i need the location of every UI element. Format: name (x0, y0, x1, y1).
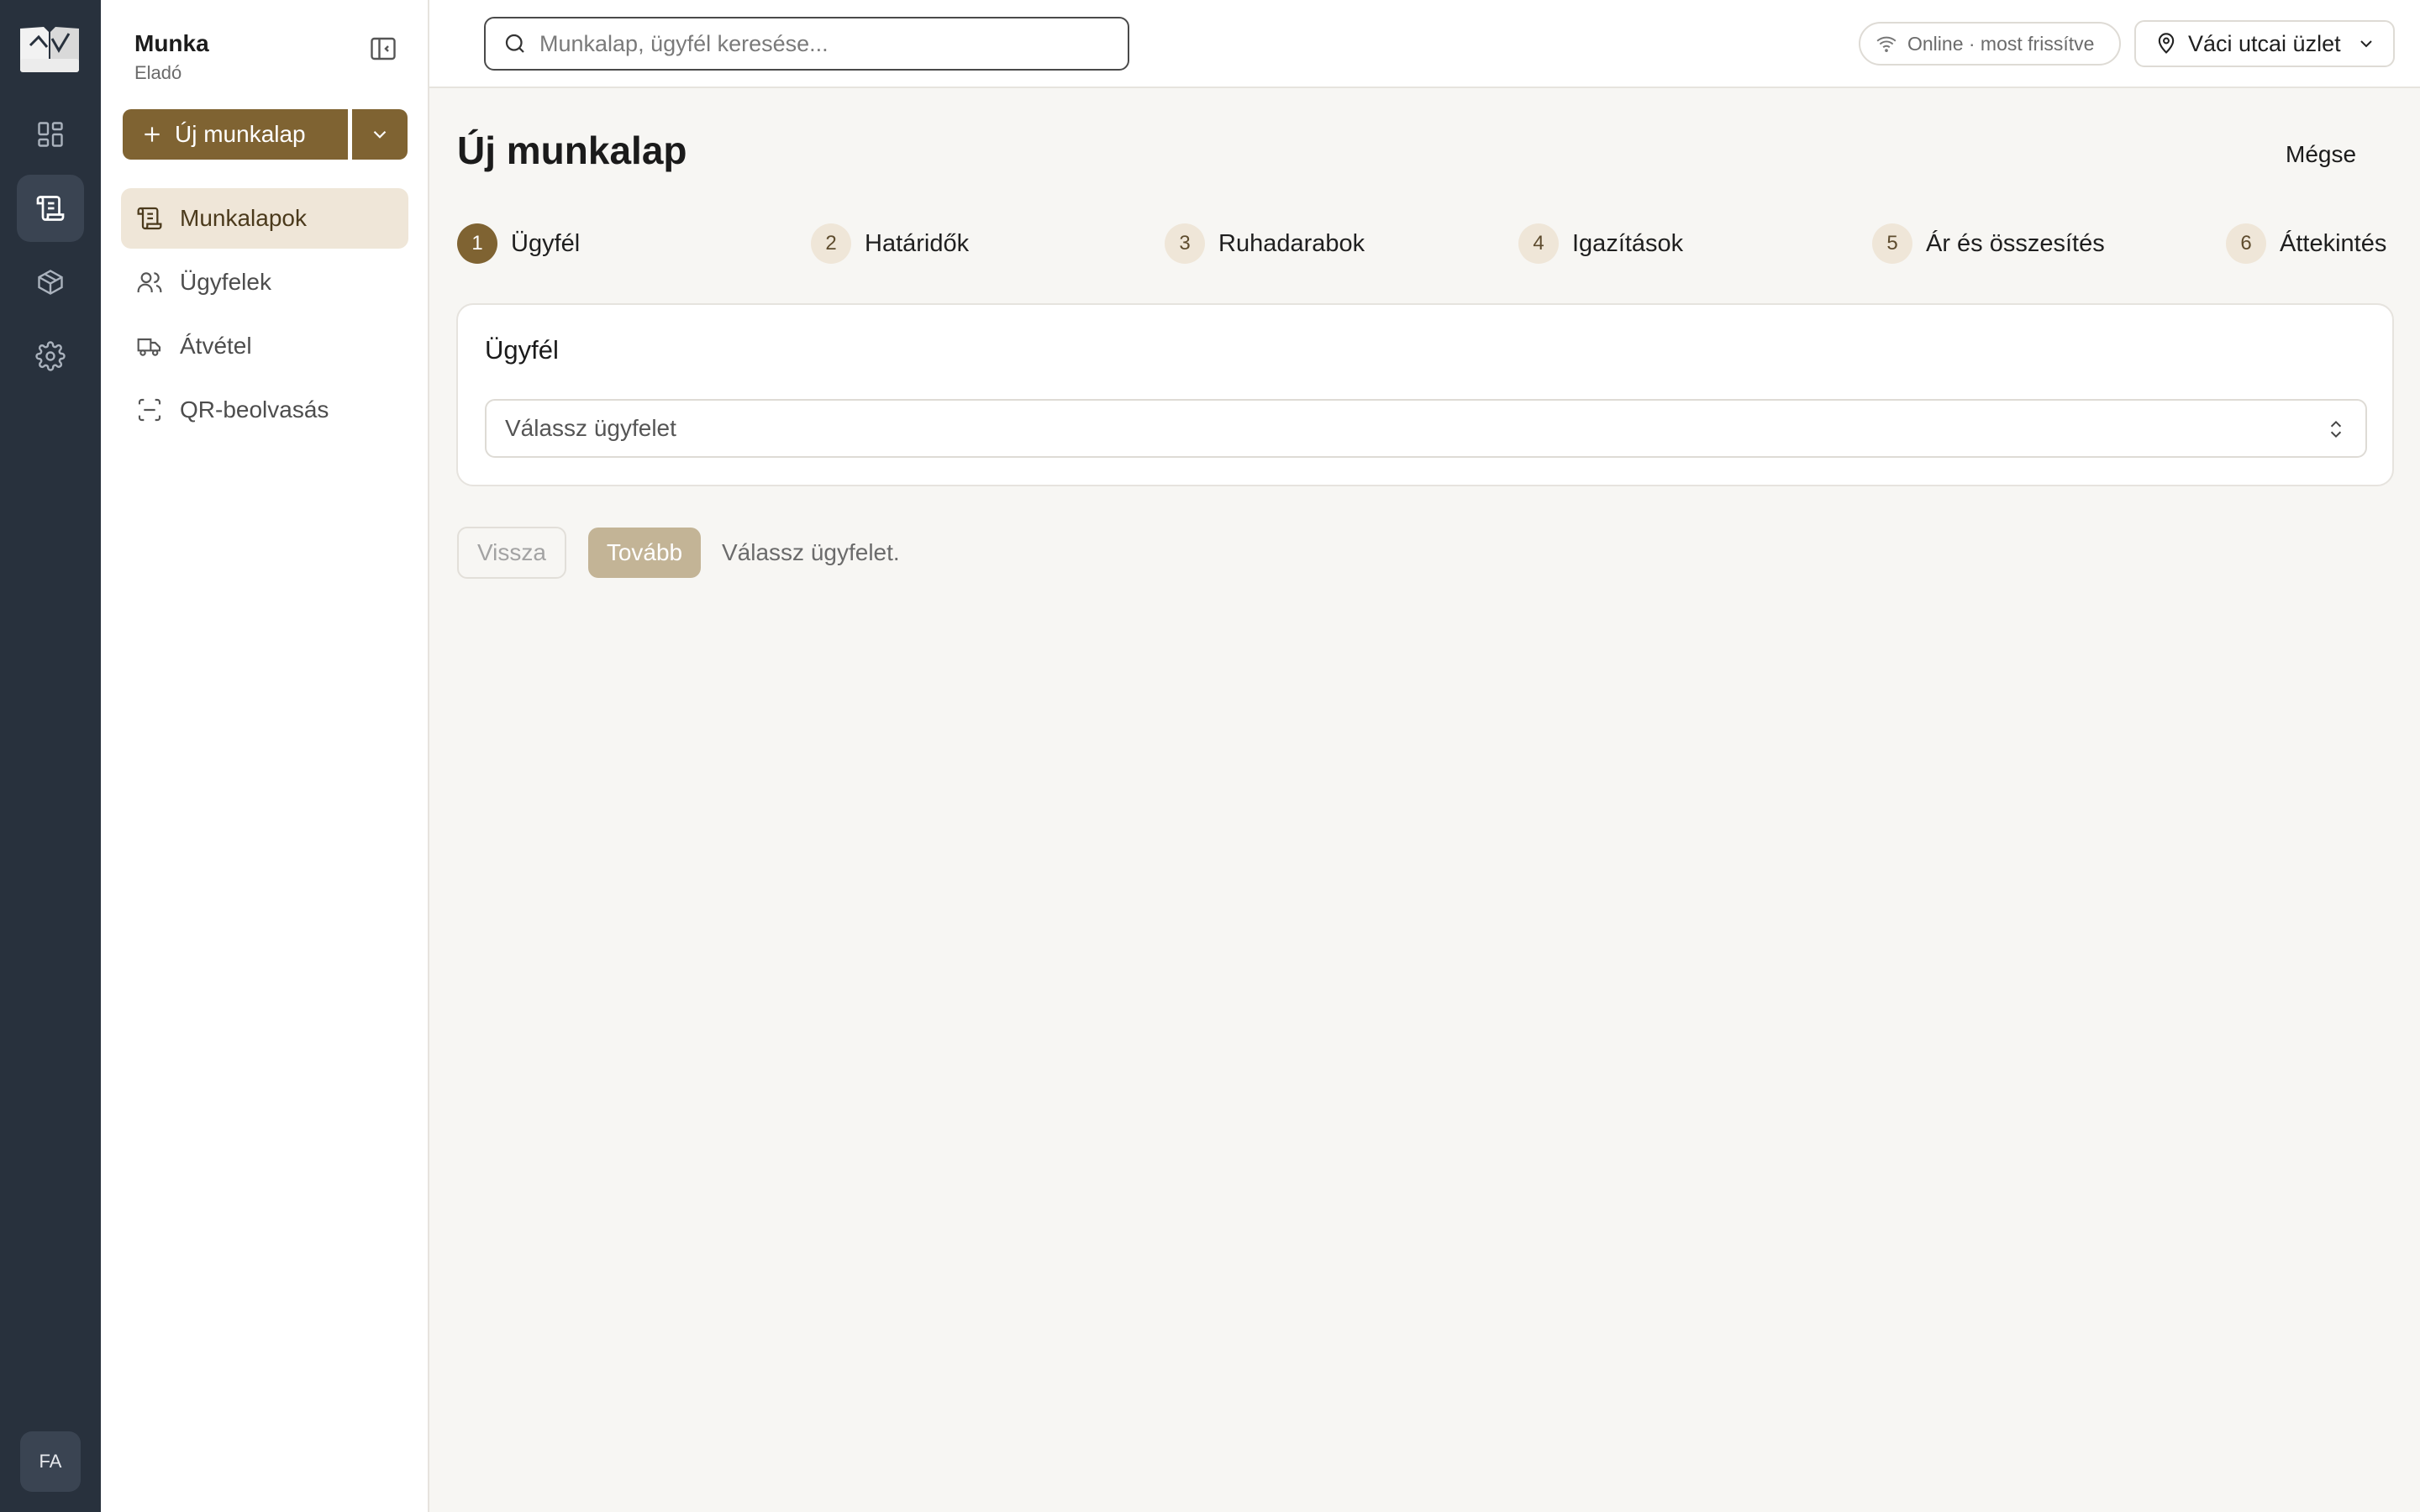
top-bar: Online · most frissítve Váci utcai üzlet (429, 0, 2420, 88)
sidebar-item-qr-scan[interactable]: QR-beolvasás (121, 380, 408, 440)
map-pin-icon (2154, 32, 2178, 55)
customer-card: Ügyfél Válassz ügyfelet (456, 303, 2394, 486)
validation-hint: Válassz ügyfelet. (722, 539, 900, 565)
chevron-down-icon (2356, 34, 2376, 54)
sidebar-title: Munka (134, 30, 209, 56)
card-title: Ügyfél (485, 335, 559, 365)
next-button[interactable]: Tovább (588, 528, 701, 578)
step-review[interactable]: 6 Áttekintés (2226, 223, 2386, 264)
location-selector[interactable]: Váci utcai üzlet (2134, 20, 2395, 67)
worksheet-scroll-icon (136, 205, 163, 232)
step-price-summary[interactable]: 5 Ár és összesítés (1872, 223, 2105, 264)
sidebar: Munka Eladó Új munkalap Munkalapok Ügyfe… (101, 0, 429, 1512)
step-label: Ruhadarabok (1218, 229, 1365, 257)
sidebar-item-label: Ügyfelek (180, 269, 271, 295)
collapse-sidebar-button[interactable] (368, 34, 398, 64)
cancel-button[interactable]: Mégse (2286, 141, 2356, 168)
connection-status-badge: Online · most frissítve (1859, 22, 2121, 66)
step-garments[interactable]: 3 Ruhadarabok (1165, 223, 1365, 264)
chevron-down-icon (369, 123, 391, 145)
sidebar-subtitle: Eladó (134, 62, 182, 83)
box-icon (35, 267, 66, 297)
step-label: Ügyfél (511, 229, 581, 257)
sidebar-item-customers[interactable]: Ügyfelek (121, 252, 408, 312)
step-label: Határidők (865, 229, 970, 257)
app-rail: FA (0, 0, 101, 1512)
new-worksheet-dropdown-button[interactable] (352, 109, 408, 160)
users-icon (136, 269, 163, 296)
search-input[interactable] (539, 30, 1119, 57)
step-number: 2 (811, 223, 851, 264)
sidebar-collapse-icon (368, 34, 398, 64)
connection-status-text: Online · most frissítve (1907, 32, 2095, 55)
sidebar-item-worksheets[interactable]: Munkalapok (121, 188, 408, 249)
sidebar-item-pickup[interactable]: Átvétel (121, 316, 408, 376)
search-icon (502, 31, 528, 56)
worksheet-scroll-icon (35, 193, 66, 223)
location-label: Váci utcai üzlet (2188, 30, 2341, 56)
rail-dashboard[interactable] (17, 101, 84, 168)
search-box[interactable] (484, 17, 1129, 71)
chevrons-up-down-icon (2325, 418, 2347, 440)
step-alterations[interactable]: 4 Igazítások (1518, 223, 1683, 264)
step-label: Ár és összesítés (1926, 229, 2105, 257)
sidebar-item-label: Átvétel (180, 333, 252, 359)
page-title: Új munkalap (457, 129, 687, 172)
sidebar-item-label: Munkalapok (180, 205, 307, 231)
new-worksheet-label: Új munkalap (175, 121, 306, 147)
user-avatar[interactable]: FA (20, 1431, 81, 1492)
truck-icon (136, 333, 163, 360)
scan-icon (136, 396, 163, 423)
customer-select[interactable]: Válassz ügyfelet (485, 399, 2367, 458)
step-deadlines[interactable]: 2 Határidők (811, 223, 969, 264)
step-number: 4 (1518, 223, 1559, 264)
step-customer[interactable]: 1 Ügyfél (457, 223, 580, 264)
rail-worksheets[interactable] (17, 175, 84, 242)
step-number: 1 (457, 223, 497, 264)
dashboard-icon (35, 119, 66, 150)
app-logo[interactable] (18, 22, 81, 76)
rail-settings[interactable] (17, 323, 84, 390)
gear-icon (35, 341, 66, 371)
step-label: Igazítások (1572, 229, 1684, 257)
step-label: Áttekintés (2280, 229, 2387, 257)
sidebar-item-label: QR-beolvasás (180, 396, 329, 423)
wifi-icon (1876, 33, 1897, 55)
step-number: 3 (1165, 223, 1205, 264)
new-worksheet-button[interactable]: Új munkalap (123, 109, 348, 160)
step-number: 6 (2226, 223, 2266, 264)
rail-inventory[interactable] (17, 249, 84, 316)
plus-icon (141, 123, 163, 145)
step-number: 5 (1872, 223, 1912, 264)
customer-select-placeholder: Válassz ügyfelet (505, 415, 676, 441)
back-button[interactable]: Vissza (457, 527, 566, 579)
